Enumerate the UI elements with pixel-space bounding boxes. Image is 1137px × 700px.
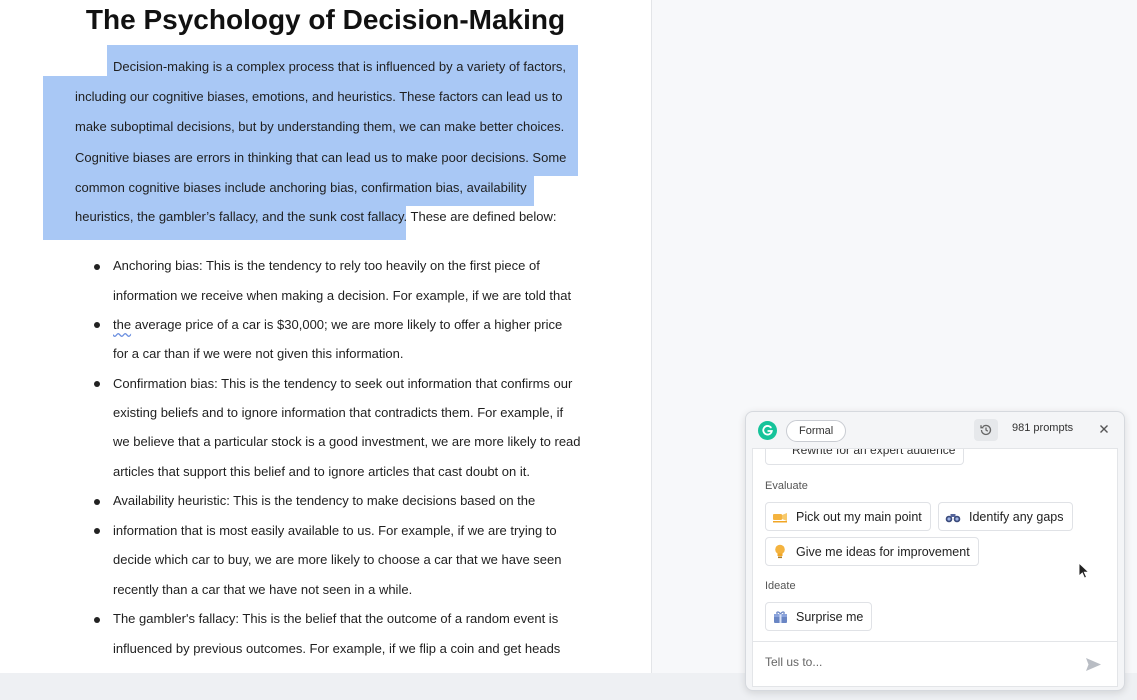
- spelling-underline[interactable]: the: [113, 317, 131, 332]
- close-icon[interactable]: [1095, 420, 1113, 438]
- surprise-me-chip[interactable]: Surprise me: [765, 602, 873, 631]
- bullet-marker: [94, 264, 100, 270]
- bullet-line: articles that support this belief and to…: [113, 464, 530, 479]
- bullet-line: recently than a car that we have not see…: [113, 582, 413, 597]
- bullet-text: average price of a car is $30,000; we ar…: [131, 317, 563, 332]
- tone-selector[interactable]: Formal: [786, 420, 847, 442]
- paragraph-line: heuristics, the gambler’s fallacy, and t…: [75, 202, 557, 232]
- bullet-line: information that is most easily availabl…: [113, 523, 557, 538]
- chip-label: Rewrite for an expert audience: [792, 448, 956, 457]
- chip-label: Pick out my main point: [796, 509, 922, 524]
- paragraph-line: including our cognitive biases, emotions…: [75, 89, 563, 104]
- assistant-panel: Formal 981 prompts Rewrite for an expert…: [745, 411, 1125, 691]
- bullet-line: Anchoring bias: This is the tendency to …: [113, 258, 540, 273]
- prompt-input-bar: [752, 641, 1118, 687]
- rewrite-expert-chip[interactable]: Rewrite for an expert audience: [765, 448, 965, 465]
- prompt-list[interactable]: Rewrite for an expert audience Evaluate …: [752, 448, 1118, 642]
- bullet-line: information we receive when making a dec…: [113, 288, 572, 303]
- bullet-marker: [94, 617, 100, 623]
- bullet-marker: [94, 381, 100, 387]
- bullet-line: we believe that a particular stock is a …: [113, 434, 581, 449]
- bullet-line: decide which car to buy, we are more lik…: [113, 552, 562, 567]
- paragraph-line: Cognitive biases are errors in thinking …: [75, 150, 567, 165]
- paragraph-line: make suboptimal decisions, but by unders…: [75, 119, 565, 134]
- highlighter-icon: [772, 509, 788, 525]
- send-icon[interactable]: [1083, 654, 1103, 674]
- bullet-marker: [94, 499, 100, 505]
- prompts-count: 981 prompts: [1012, 422, 1074, 434]
- identify-gaps-chip[interactable]: Identify any gaps: [938, 502, 1073, 531]
- bullet-line: Confirmation bias: This is the tendency …: [113, 376, 573, 391]
- bullet-line: influenced by previous outcomes. For exa…: [113, 641, 561, 656]
- bullet-marker: [94, 528, 100, 534]
- history-icon[interactable]: [974, 419, 998, 441]
- bullet-line: for a car than if we were not given this…: [113, 346, 404, 361]
- ideas-improvement-chip[interactable]: Give me ideas for improvement: [765, 537, 979, 566]
- bullet-line: the average price of a car is $30,000; w…: [113, 310, 562, 340]
- bullet-marker: [94, 322, 100, 328]
- gift-icon: [772, 609, 788, 625]
- binoculars-icon: [945, 509, 961, 525]
- bullet-line: existing beliefs and to ignore informati…: [113, 405, 564, 420]
- grammarly-logo-icon[interactable]: [758, 421, 777, 440]
- document-page: The Psychology of Decision-Making Decisi…: [0, 0, 652, 673]
- paragraph-line: Decision-making is a complex process tha…: [113, 59, 567, 74]
- prompt-input[interactable]: [763, 654, 1067, 670]
- panel-header: Formal 981 prompts: [746, 412, 1124, 448]
- mouse-cursor-icon: [1078, 561, 1090, 584]
- chip-label: Give me ideas for improvement: [796, 544, 970, 559]
- unselected-text: These are defined below:: [407, 209, 557, 224]
- lightbulb-icon: [772, 544, 788, 560]
- paragraph-line: common cognitive biases include anchorin…: [75, 180, 527, 195]
- pick-main-point-chip[interactable]: Pick out my main point: [765, 502, 931, 531]
- document-title: The Psychology of Decision-Making: [85, 4, 566, 35]
- section-label-ideate: Ideate: [765, 580, 796, 592]
- section-label-evaluate: Evaluate: [765, 480, 808, 492]
- bullet-line: Availability heuristic: This is the tend…: [113, 493, 536, 508]
- chip-label: Identify any gaps: [969, 509, 1064, 524]
- bullet-line: The gambler's fallacy: This is the belie…: [113, 611, 559, 626]
- chip-label: Surprise me: [796, 609, 864, 624]
- selected-text: heuristics, the gambler’s fallacy, and t…: [75, 209, 408, 224]
